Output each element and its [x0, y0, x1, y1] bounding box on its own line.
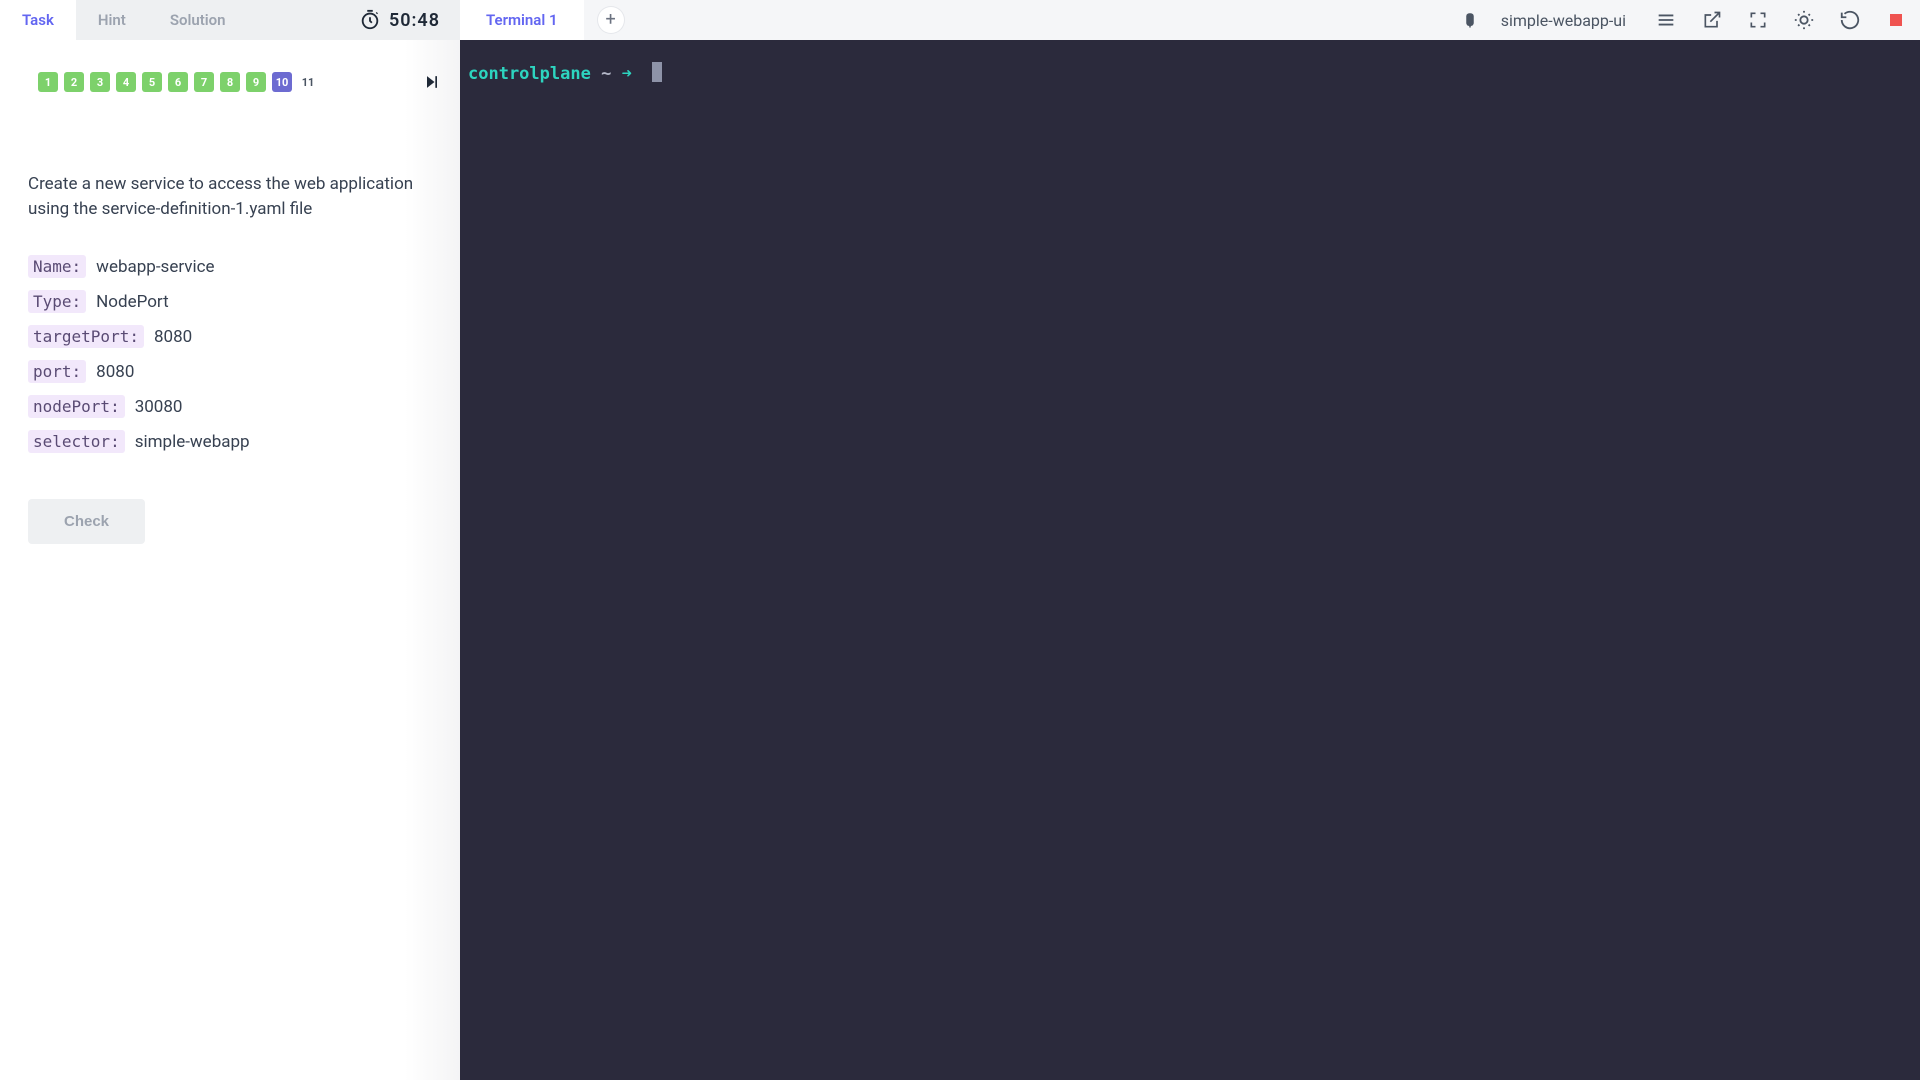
terminal-tab-1[interactable]: Terminal 1: [460, 0, 584, 40]
step-3[interactable]: 3: [90, 72, 110, 92]
task-prompt: Create a new service to access the web a…: [28, 172, 432, 221]
step-4[interactable]: 4: [116, 72, 136, 92]
stop-icon: [1890, 14, 1902, 26]
stop-button[interactable]: [1884, 8, 1908, 32]
tab-task[interactable]: Task: [0, 1, 76, 40]
step-6[interactable]: 6: [168, 72, 188, 92]
clock-icon: [359, 9, 381, 31]
spec-row: nodePort: 30080: [28, 395, 432, 418]
open-external-icon[interactable]: [1700, 8, 1724, 32]
step-9[interactable]: 9: [246, 72, 266, 92]
spec-value: NodePort: [96, 292, 168, 312]
spec-row: Type: NodePort: [28, 290, 432, 313]
spec-key: Name:: [28, 255, 86, 278]
task-tabs: Task Hint Solution 50:48: [0, 0, 460, 40]
step-5[interactable]: 5: [142, 72, 162, 92]
toolbar: simple-webapp-ui: [1461, 8, 1908, 32]
terminal-prompt-host: controlplane: [468, 64, 591, 84]
spec-value: webapp-service: [96, 257, 214, 277]
step-2[interactable]: 2: [64, 72, 84, 92]
terminal-panel: Terminal 1 + simple-webapp-ui: [460, 0, 1920, 1080]
spec-row: targetPort: 8080: [28, 325, 432, 348]
task-panel: Task Hint Solution 50:48 123456789 10 11 C…: [0, 0, 460, 1080]
reset-icon[interactable]: [1838, 8, 1862, 32]
task-body: Create a new service to access the web a…: [0, 148, 460, 544]
menu-icon[interactable]: [1654, 8, 1678, 32]
progress-steps: 123456789 10 11: [0, 40, 460, 148]
spec-key: targetPort:: [28, 325, 144, 348]
spec-key: selector:: [28, 430, 125, 453]
app-indicator-icon: [1461, 11, 1479, 29]
theme-toggle-icon[interactable]: [1792, 8, 1816, 32]
terminal-tab-bar: Terminal 1 + simple-webapp-ui: [460, 0, 1920, 40]
terminal[interactable]: controlplane ~ ➜: [460, 40, 1920, 1080]
terminal-prompt-arrow: ➜: [622, 64, 632, 84]
timer: 50:48: [359, 9, 460, 31]
step-7[interactable]: 7: [194, 72, 214, 92]
spec-value: simple-webapp: [135, 432, 250, 452]
spec-key: port:: [28, 360, 86, 383]
spec-key: nodePort:: [28, 395, 125, 418]
spec-row: port: 8080: [28, 360, 432, 383]
tab-solution[interactable]: Solution: [148, 1, 248, 40]
fullscreen-icon[interactable]: [1746, 8, 1770, 32]
step-1[interactable]: 1: [38, 72, 58, 92]
spec-value: 30080: [135, 397, 183, 417]
app-label[interactable]: simple-webapp-ui: [1501, 11, 1626, 30]
task-spec-list: Name: webapp-service Type: NodePort targetPo…: [28, 255, 432, 453]
tab-hint[interactable]: Hint: [76, 1, 148, 40]
step-11[interactable]: 11: [298, 72, 318, 92]
skip-to-end-button[interactable]: [422, 72, 460, 92]
spec-value: 8080: [96, 362, 134, 382]
step-10[interactable]: 10: [272, 72, 292, 92]
spec-row: Name: webapp-service: [28, 255, 432, 278]
timer-value: 50:48: [389, 10, 440, 31]
step-8[interactable]: 8: [220, 72, 240, 92]
terminal-cursor: [652, 62, 662, 82]
new-terminal-tab-button[interactable]: +: [598, 7, 624, 33]
spec-key: Type:: [28, 290, 86, 313]
spec-row: selector: simple-webapp: [28, 430, 432, 453]
spec-value: 8080: [154, 327, 192, 347]
check-button[interactable]: Check: [28, 499, 145, 544]
terminal-prompt-path: ~: [601, 64, 611, 84]
